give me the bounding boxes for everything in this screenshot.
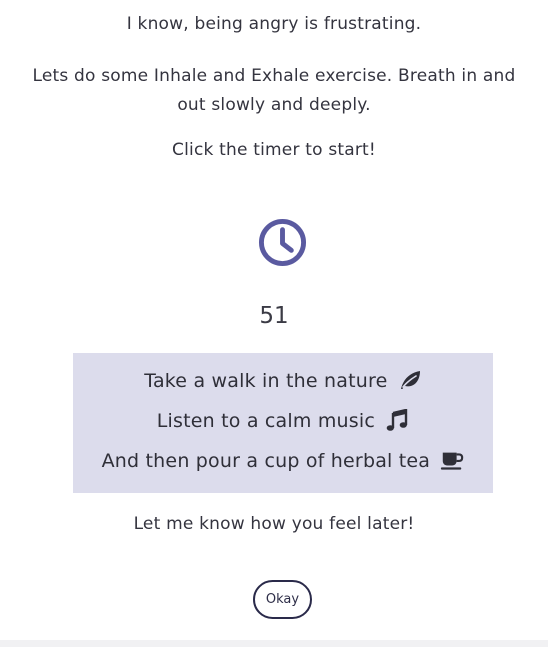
tip-label-music: Listen to a calm music <box>156 410 376 432</box>
angry-message: I know, being angry is frustrating. <box>126 14 422 34</box>
tip-label-tea: And then pour a cup of herbal tea <box>101 450 431 472</box>
feedback-message: Let me know how you feel later! <box>133 514 415 534</box>
clock-icon[interactable] <box>258 218 307 267</box>
tip-item-music: Listen to a calm music <box>73 409 493 432</box>
exercise-instruction: Lets do some Inhale and Exhale exercise.… <box>32 66 516 115</box>
music-note-icon <box>386 409 408 431</box>
leaf-icon <box>400 371 420 389</box>
coffee-cup-icon <box>441 452 464 470</box>
bottom-strip <box>0 640 548 647</box>
breathing-exercise-page: I know, being angry is frustrating. Lets… <box>0 0 548 640</box>
tip-item-walk: Take a walk in the nature <box>73 369 493 392</box>
tips-box: Take a walk in the nature Listen to a ca… <box>73 353 493 493</box>
tip-label-walk: Take a walk in the nature <box>144 370 388 392</box>
timer-count: 51 <box>259 303 289 329</box>
okay-button[interactable]: Okay <box>253 580 312 619</box>
tip-item-tea: And then pour a cup of herbal tea <box>73 449 493 472</box>
timer-instruction: Click the timer to start! <box>172 140 376 160</box>
